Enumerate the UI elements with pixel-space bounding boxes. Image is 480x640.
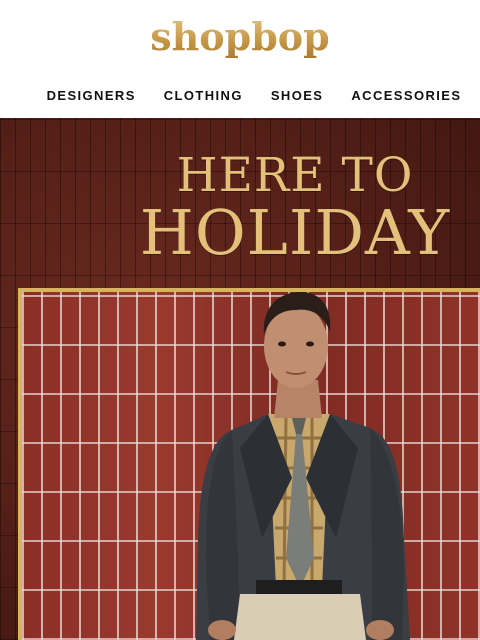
email-page: shopbop DESIGNERS CLOTHING SHOES ACCESSO…	[0, 0, 480, 640]
main-nav: DESIGNERS CLOTHING SHOES ACCESSORIES	[0, 88, 480, 103]
nav-item-designers[interactable]: DESIGNERS	[47, 88, 136, 103]
nav-item-shoes[interactable]: SHOES	[271, 88, 324, 103]
header: shopbop DESIGNERS CLOTHING SHOES ACCESSO…	[0, 0, 480, 118]
nav-item-clothing[interactable]: CLOTHING	[164, 88, 243, 103]
hero-banner[interactable]: HERE TO HOLIDAY	[0, 118, 480, 640]
nav-item-accessories[interactable]: ACCESSORIES	[351, 88, 461, 103]
hero-model-image	[196, 292, 410, 640]
brand-logo[interactable]: shopbop	[0, 14, 480, 59]
